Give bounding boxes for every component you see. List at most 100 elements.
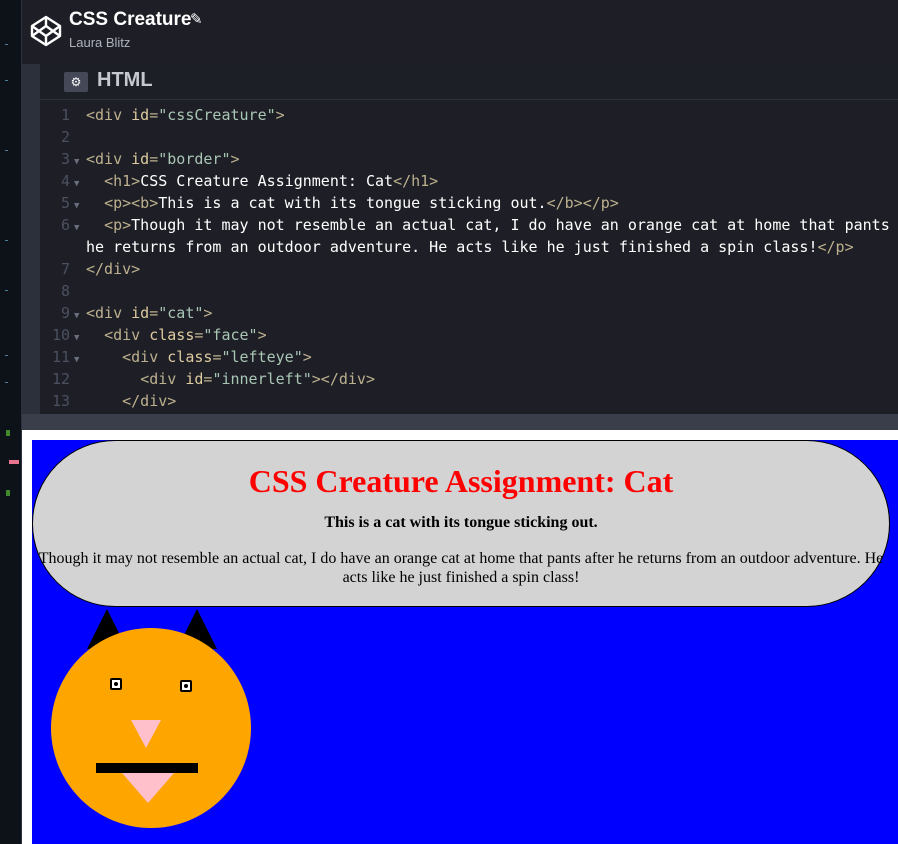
code-token: > bbox=[302, 348, 312, 366]
cat-right-eye bbox=[180, 680, 192, 692]
code-line[interactable]: 2 bbox=[40, 126, 86, 148]
code-token: class bbox=[149, 326, 195, 344]
code-token: > bbox=[203, 304, 213, 322]
pen-title[interactable]: CSS Creature bbox=[69, 9, 192, 31]
code-line[interactable]: 10 ▼ <div class="face"> bbox=[40, 324, 267, 346]
line-number: 13 bbox=[51, 392, 70, 410]
preview-heading: CSS Creature Assignment: Cat bbox=[248, 463, 674, 499]
line-number: 9 bbox=[60, 304, 70, 322]
code-line[interactable]: 4 ▼ <h1>CSS Creature Assignment: Cat</h1> bbox=[40, 170, 438, 192]
line-number: 8 bbox=[60, 282, 70, 300]
line-number: 6 bbox=[60, 216, 70, 234]
sidebar-mark bbox=[5, 80, 8, 81]
code-token: > bbox=[230, 150, 240, 168]
cat-nose bbox=[131, 720, 161, 748]
line-number: 10 bbox=[51, 326, 70, 344]
code-line[interactable]: 5 ▼ <p><b>This is a cat with its tongue s… bbox=[40, 192, 619, 214]
editor-language-label: HTML bbox=[97, 69, 153, 91]
code-token: > bbox=[275, 106, 285, 124]
code-line[interactable]: 12 <div id="innerleft"></div> bbox=[40, 368, 375, 390]
code-line[interactable]: 7 </div> bbox=[40, 258, 140, 280]
cat-mouth bbox=[96, 763, 198, 773]
code-token: <p> bbox=[104, 216, 132, 234]
code-token: "cat" bbox=[158, 304, 204, 322]
code-token: "face" bbox=[203, 326, 258, 344]
code-token: This is a cat with its tongue sticking o… bbox=[158, 194, 547, 212]
code-line[interactable]: 1 <div id="cssCreature"> bbox=[40, 104, 285, 126]
code-token: <div bbox=[104, 326, 150, 344]
code-token: <div bbox=[86, 304, 132, 322]
code-line[interactable]: 9 ▼ <div id="cat"> bbox=[40, 302, 212, 324]
code-token: = bbox=[149, 150, 159, 168]
code-line[interactable]: 13 </div> bbox=[40, 390, 176, 412]
sidebar-marker bbox=[6, 490, 10, 496]
line-number: 11 bbox=[51, 348, 70, 366]
line-number: 3 bbox=[60, 150, 70, 168]
line-number: 4 bbox=[60, 172, 70, 190]
code-token: <div bbox=[140, 370, 186, 388]
code-token: id bbox=[131, 304, 150, 322]
code-token: "cssCreature" bbox=[158, 106, 276, 124]
code-token: CSS Creature Assignment: Cat bbox=[140, 172, 394, 190]
code-token: class bbox=[167, 348, 213, 366]
author-name[interactable]: Laura Blitz bbox=[69, 35, 130, 50]
cat-left-eye bbox=[110, 678, 122, 690]
code-token: <div bbox=[122, 348, 168, 366]
pencil-icon[interactable]: ✎ bbox=[190, 10, 203, 28]
code-token: id bbox=[131, 106, 150, 124]
editor-titlebar: ⚙ HTML bbox=[22, 64, 898, 99]
code-token: id bbox=[185, 370, 204, 388]
code-line[interactable]: 3 ▼ <div id="border"> bbox=[40, 148, 240, 170]
editor-resize-bar[interactable] bbox=[22, 414, 898, 430]
code-token: = bbox=[149, 106, 159, 124]
code-token: <div bbox=[86, 150, 132, 168]
border-box: CSS Creature Assignment: Cat This is a c… bbox=[32, 440, 890, 607]
code-token: <div bbox=[86, 106, 132, 124]
code-token: "lefteye" bbox=[221, 348, 303, 366]
sidebar-mark bbox=[5, 240, 8, 241]
preview-pane: CSS Creature Assignment: Cat This is a c… bbox=[22, 430, 898, 844]
preview-paragraph: Though it may not resemble an actual cat… bbox=[38, 550, 884, 586]
code-token: </h1> bbox=[393, 172, 439, 190]
left-sidebar-strip bbox=[0, 0, 22, 844]
line-number: 12 bbox=[51, 370, 70, 388]
sidebar-mark bbox=[5, 355, 8, 356]
code-token: he returns from an outdoor adventure. He… bbox=[86, 238, 818, 256]
code-token: </b></p> bbox=[546, 194, 619, 212]
sidebar-mark bbox=[5, 290, 8, 291]
code-line[interactable]: 6 ▼ <p>Though it may not resemble an actu… bbox=[40, 214, 898, 236]
gear-icon[interactable]: ⚙ bbox=[64, 72, 88, 92]
code-token: ></div> bbox=[311, 370, 375, 388]
cat-face bbox=[51, 628, 251, 828]
cat-left-pupil bbox=[114, 682, 118, 686]
preview-canvas: CSS Creature Assignment: Cat This is a c… bbox=[32, 440, 898, 844]
code-token: <p><b> bbox=[104, 194, 159, 212]
code-token: id bbox=[131, 150, 150, 168]
line-number: 1 bbox=[60, 106, 70, 124]
code-token: <h1> bbox=[104, 172, 141, 190]
codepen-logo-icon[interactable] bbox=[30, 15, 62, 47]
code-token: </p> bbox=[817, 238, 854, 256]
cat-tongue bbox=[122, 773, 174, 803]
code-token: "innerleft" bbox=[212, 370, 312, 388]
sidebar-mark bbox=[5, 150, 8, 151]
line-number: 2 bbox=[60, 128, 70, 146]
code-token: = bbox=[149, 304, 159, 322]
html-editor-pane: ⚙ HTML 1 <div id="cssCreature"> 2 3 ▼ <div id… bbox=[22, 64, 898, 430]
code-token: Though it may not resemble an actual cat… bbox=[131, 216, 898, 234]
line-number: 7 bbox=[60, 260, 70, 278]
code-line[interactable]: 11 ▼ <div class="lefteye"> bbox=[40, 346, 312, 368]
sidebar-marker bbox=[6, 430, 10, 436]
code-token: "border" bbox=[158, 150, 231, 168]
sidebar-mark bbox=[5, 382, 8, 383]
code-line[interactable]: 8 bbox=[40, 280, 86, 302]
code-editor[interactable]: 1 <div id="cssCreature"> 2 3 ▼ <div id="borde… bbox=[40, 100, 898, 414]
code-line[interactable]: he returns from an outdoor adventure. He… bbox=[40, 236, 854, 258]
cat-right-pupil bbox=[184, 684, 188, 688]
